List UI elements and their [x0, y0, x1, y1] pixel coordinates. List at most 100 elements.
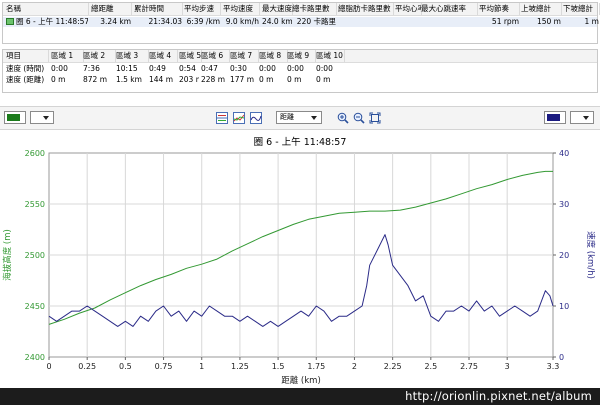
lap-column-header: 平均節奏 [479, 3, 520, 15]
x-axis-label: 距離 (km) [281, 375, 321, 386]
zone-column-header: 區域 6 [201, 50, 230, 62]
zone-cell: 0:00 [259, 64, 276, 73]
y-right-tick-label: 40 [559, 149, 569, 158]
x-tick-label: 0.75 [155, 362, 173, 371]
lap-column-header: 下坡總計 [563, 3, 600, 15]
elevation-color-button[interactable] [4, 111, 26, 124]
zone-cell: 872 m [83, 75, 108, 84]
lap-cell: 圈 6 - 上午 11:48:57 [6, 17, 88, 27]
y-right-axis-label: 速度 (km/h) [585, 231, 596, 279]
zone-cell: 0:47 [201, 64, 218, 73]
x-tick-label: 2.75 [460, 362, 478, 371]
zone-column-header: 區域 1 [51, 50, 84, 62]
zone-column-header: 區域 5 [179, 50, 202, 62]
y-right-tick-label: 30 [559, 200, 569, 209]
lap-cell: 1 m [584, 17, 599, 26]
chevron-down-icon [583, 116, 589, 120]
lap-cell: 150 m [536, 17, 561, 26]
lap-summary-table: 名稱 總距離 累計時間 平均步速 平均速度 最大速度 總卡路里數 總脂肪卡路里數 平均心率 最大心… [2, 2, 600, 44]
xaxis-select-value: 距離 [280, 113, 294, 121]
zone-cell: 0:00 [51, 64, 68, 73]
lap-column-header: 名稱 [6, 3, 89, 15]
elevation-color-swatch [7, 114, 20, 121]
zone-table-row[interactable]: 速度 (距離) 0 m 872 m 1.5 km 144 m 203 m228 m 177 … [3, 75, 597, 85]
x-tick-label: 1.5 [272, 362, 285, 371]
xaxis-select[interactable]: 距離 [276, 111, 322, 124]
lap-cell: 21:34.03 [148, 17, 182, 26]
y-right-tick-label: 10 [559, 302, 569, 311]
lap-table-header: 名稱 總距離 累計時間 平均步速 平均速度 最大速度 總卡路里數 總脂肪卡路里數 平均心率 最大心… [3, 3, 600, 16]
x-tick-label: 1 [199, 362, 204, 371]
chart-toolbar: 距離 [0, 106, 600, 130]
lap-column-header: 上坡總計 [521, 3, 562, 15]
y-left-tick-label: 2400 [25, 353, 45, 362]
y-left-tick-label: 2600 [25, 149, 45, 158]
zoom-in-icon[interactable] [337, 112, 349, 124]
y-right-tick-label: 20 [559, 251, 569, 260]
x-tick-label: 2.5 [424, 362, 437, 371]
chart-overlay-icon[interactable] [233, 112, 245, 124]
zone-column-header: 項目 [6, 50, 49, 62]
lap-column-header: 最大心跳速率 [421, 3, 478, 15]
zone-cell: 144 m [149, 75, 174, 84]
zone-cell: 10:15 [116, 64, 138, 73]
zone-column-header: 區域 8 [259, 50, 288, 62]
speed-series-dropdown[interactable] [570, 111, 594, 124]
lap-column-header: 總卡路里數 [292, 3, 337, 15]
zone-table: 項目 區域 1 區域 2 區域 3 區域 4 區域 5 區域 6 區域 7 區域 8 區域 9 區域… [2, 49, 598, 93]
zone-cell: 0 m [51, 75, 66, 84]
x-tick-label: 3.3 [547, 362, 560, 371]
zone-cell: 0 m [287, 75, 302, 84]
zoom-fit-icon[interactable] [369, 112, 381, 124]
chart-svg[interactable]: 0 0.25 0.5 0.75 1 1.25 1.5 1.75 2 2.25 2.5 2.75 3 3.3… [0, 130, 600, 388]
zone-cell: 0 m [316, 75, 331, 84]
lap-cell: 220 卡路里 [296, 17, 336, 26]
zone-column-header: 區域 9 [287, 50, 316, 62]
zone-cell: 228 m [201, 75, 226, 84]
zone-table-header: 項目 區域 1 區域 2 區域 3 區域 4 區域 5 區域 6 區域 7 區域 8 區域 9 區域… [3, 50, 597, 63]
chart-stacked-icon[interactable] [216, 112, 228, 124]
zoom-out-icon[interactable] [353, 112, 365, 124]
y-right-tick-label: 0 [559, 353, 564, 362]
lap-table-row[interactable]: 圈 6 - 上午 11:48:57 3.24 km 21:34.03 6:39 /km… [3, 17, 599, 27]
lap-column-header: 平均步速 [184, 3, 221, 15]
zone-cell: 177 m [230, 75, 255, 84]
lap-column-header: 總脂肪卡路里數 [338, 3, 394, 15]
x-tick-label: 1.75 [307, 362, 325, 371]
zone-column-header: 區域 10 [316, 50, 345, 62]
elevation-speed-chart: 圈 6 - 上午 11:48:57 0 0.25 0.5 0.75 1 1.25 1.5 1.… [0, 130, 600, 388]
zone-column-header: 區域 3 [116, 50, 149, 62]
speed-color-button[interactable] [544, 111, 566, 124]
zone-cell: 速度 (距離) [6, 75, 45, 84]
elevation-series-dropdown[interactable] [30, 111, 54, 124]
zone-cell: 203 m [179, 75, 199, 84]
x-tick-label: 0 [46, 362, 51, 371]
chart-smooth-icon[interactable] [250, 112, 262, 124]
lap-cell: 24.0 km/h [262, 17, 292, 26]
zone-column-header: 區域 7 [230, 50, 259, 62]
zone-table-row[interactable]: 速度 (時間) 0:00 7:36 10:15 0:49 0:54 0:47 0:30 0:00… [3, 64, 597, 74]
x-tick-label: 2.25 [384, 362, 402, 371]
x-tick-label: 3 [505, 362, 510, 371]
lap-cell: 3.24 km [100, 17, 131, 26]
x-tick-label: 1.25 [231, 362, 249, 371]
chevron-down-icon [43, 116, 49, 120]
zone-cell: 0 m [259, 75, 274, 84]
zone-cell: 7:36 [83, 64, 100, 73]
y-left-axis-label: 海拔高度 (m) [2, 229, 13, 281]
chevron-down-icon [311, 116, 317, 120]
zone-column-header: 區域 4 [149, 50, 178, 62]
watermark-url: http://orionlin.pixnet.net/album [0, 388, 600, 405]
x-tick-label: 2 [352, 362, 357, 371]
y-left-tick-label: 2450 [25, 302, 45, 311]
lap-column-header: 平均速度 [223, 3, 260, 15]
x-tick-label: 0.25 [78, 362, 96, 371]
zone-cell: 1.5 km [116, 75, 142, 84]
zone-cell: 速度 (時間) [6, 64, 45, 73]
zone-cell: 0:30 [230, 64, 247, 73]
y-left-tick-label: 2550 [25, 200, 45, 209]
y-left-tick-label: 2500 [25, 251, 45, 260]
lap-icon [6, 18, 14, 25]
x-tick-label: 0.5 [119, 362, 132, 371]
lap-column-header: 累計時間 [134, 3, 183, 15]
